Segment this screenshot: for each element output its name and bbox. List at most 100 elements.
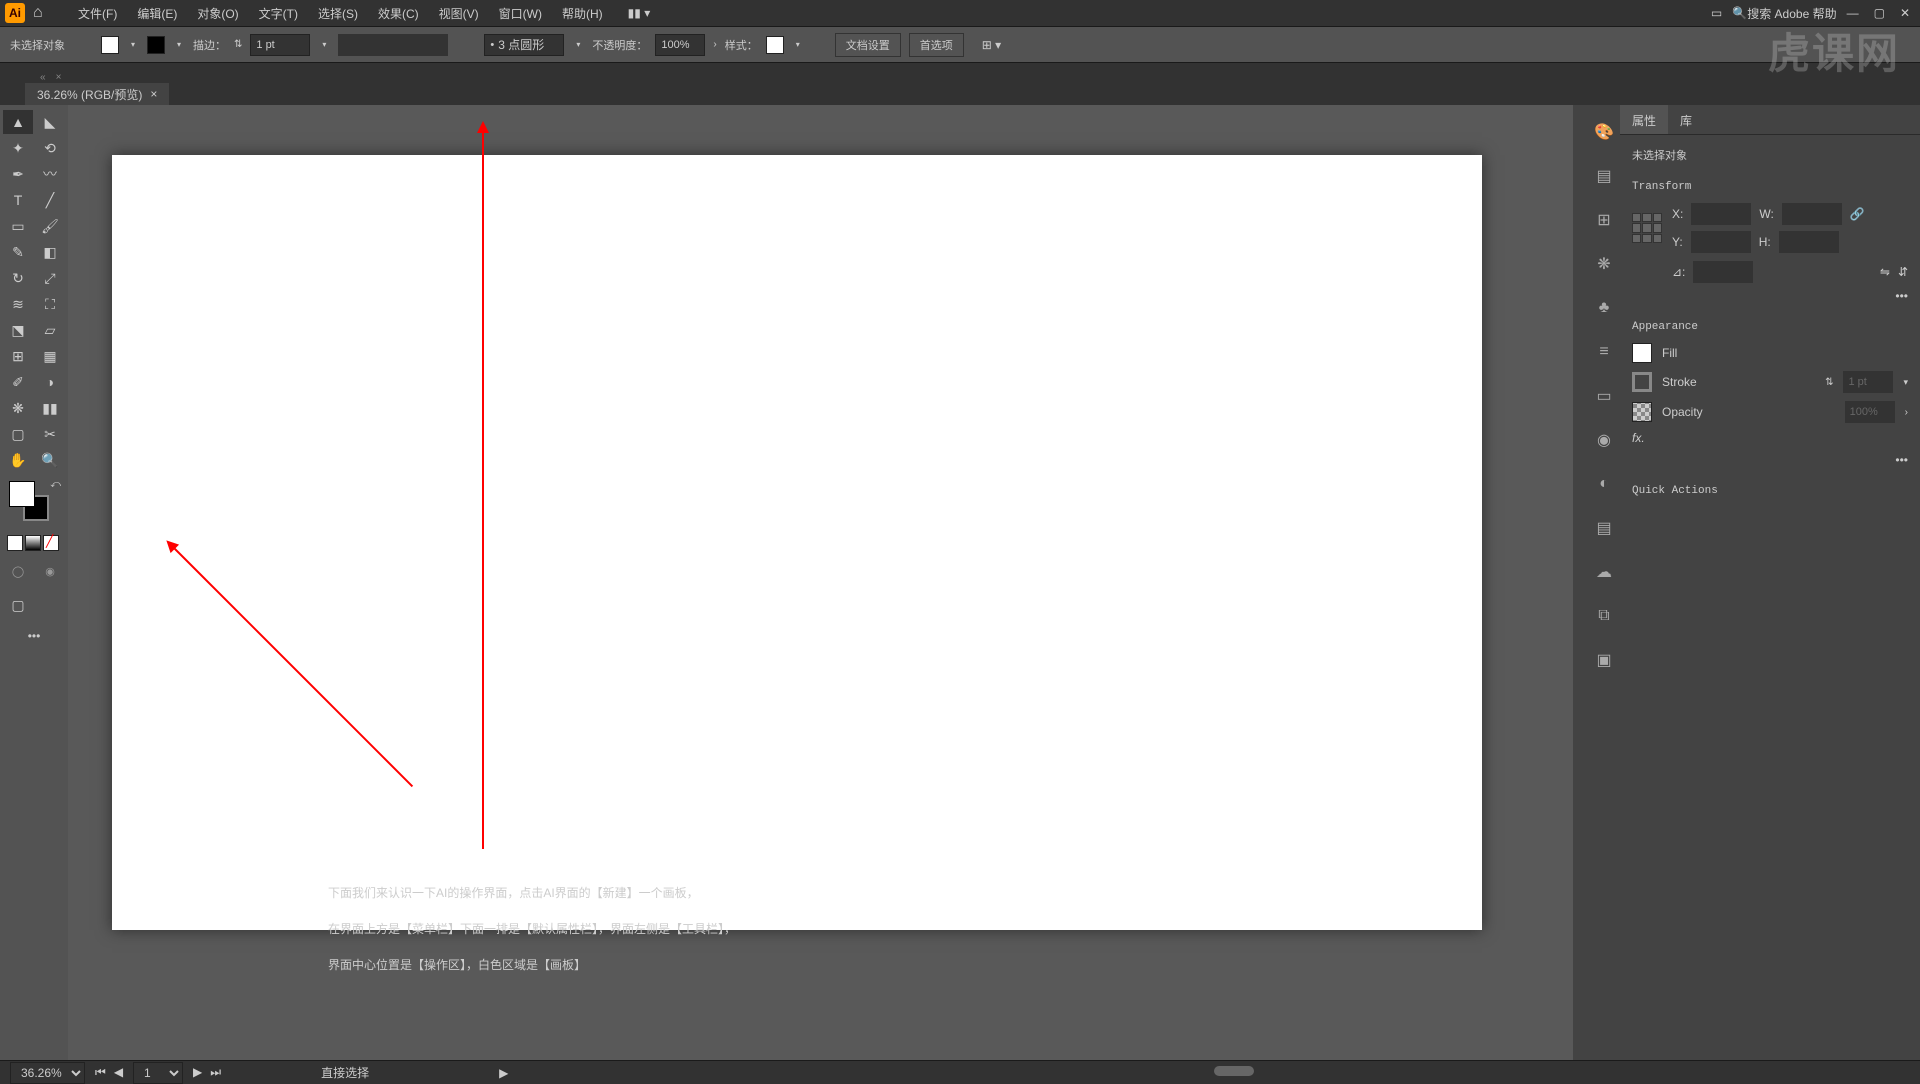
blend-tool[interactable]: ◑: [35, 370, 65, 394]
maximize-icon[interactable]: ▢: [1874, 6, 1885, 20]
document-tab[interactable]: 36.26% (RGB/预览) ×: [25, 83, 169, 106]
color-mode-gradient[interactable]: [25, 535, 41, 551]
menu-effect[interactable]: 效果(C): [368, 2, 429, 25]
minimize-icon[interactable]: —: [1847, 6, 1859, 20]
appearance-stroke-input[interactable]: [1843, 371, 1893, 393]
rotate-tool[interactable]: ↻: [3, 266, 33, 290]
profile-select[interactable]: • 3 点圆形: [484, 34, 564, 56]
transparency-panel-icon[interactable]: ▭: [1592, 384, 1616, 408]
stroke-stepper-icon[interactable]: ⇅: [234, 39, 242, 50]
magic-wand-tool[interactable]: ✦: [3, 136, 33, 160]
stroke-dropdown-icon[interactable]: ▾: [173, 39, 185, 51]
graphic-styles-panel-icon[interactable]: ◐: [1592, 472, 1616, 496]
fill-swatch[interactable]: [101, 36, 119, 54]
shaper-tool[interactable]: ✎: [3, 240, 33, 264]
y-input[interactable]: [1691, 231, 1751, 253]
eraser-tool[interactable]: ◧: [35, 240, 65, 264]
fx-label[interactable]: fx.: [1632, 431, 1645, 445]
edit-toolbar[interactable]: •••: [3, 629, 65, 643]
stroke-swatch[interactable]: [147, 36, 165, 54]
pen-tool[interactable]: ✒: [3, 162, 33, 186]
appearance-opacity-input[interactable]: [1845, 401, 1895, 423]
symbol-sprayer-tool[interactable]: ❋: [3, 396, 33, 420]
appearance-stroke-swatch[interactable]: [1632, 372, 1652, 392]
color-selector[interactable]: ⤺: [3, 479, 65, 529]
zoom-select[interactable]: 36.26%: [10, 1062, 85, 1084]
free-transform-tool[interactable]: ⛶: [35, 292, 65, 316]
color-mode-none[interactable]: ╱: [43, 535, 59, 551]
close-all-icon[interactable]: ×: [56, 72, 62, 83]
document-setup-button[interactable]: 文档设置: [835, 33, 901, 57]
graph-tool[interactable]: ▮▮: [35, 396, 65, 420]
perspective-tool[interactable]: ▱: [35, 318, 65, 342]
opacity-flyout-icon-2[interactable]: ›: [1905, 407, 1908, 418]
x-input[interactable]: [1691, 203, 1751, 225]
curvature-tool[interactable]: 〰: [35, 162, 65, 186]
rectangle-tool[interactable]: ▭: [3, 214, 33, 238]
first-artboard-icon[interactable]: ⏮: [95, 1065, 106, 1080]
prev-artboard-icon[interactable]: ◀: [114, 1065, 123, 1080]
slice-tool[interactable]: ✂: [35, 422, 65, 446]
tab-libraries[interactable]: 库: [1668, 105, 1704, 134]
menu-window[interactable]: 窗口(W): [489, 2, 552, 25]
opacity-flyout-icon[interactable]: ›: [713, 39, 716, 50]
doc-tab-close-icon[interactable]: ×: [150, 87, 157, 101]
gradient-tool[interactable]: ▦: [35, 344, 65, 368]
symbols-panel-icon[interactable]: ❋: [1592, 252, 1616, 276]
flip-v-icon[interactable]: ⇵: [1898, 265, 1908, 279]
profile-dropdown-icon[interactable]: ▾: [572, 39, 584, 51]
preferences-button[interactable]: 首选项: [909, 33, 964, 57]
eyedropper-tool[interactable]: ✐: [3, 370, 33, 394]
stroke-dd-icon[interactable]: ▾: [1903, 377, 1908, 388]
draw-mode-behind[interactable]: ◉: [35, 559, 65, 583]
mesh-tool[interactable]: ⊞: [3, 344, 33, 368]
color-panel-icon[interactable]: 🎨: [1592, 120, 1616, 144]
next-artboard-icon[interactable]: ▶: [193, 1065, 202, 1080]
canvas-area[interactable]: 下面我们来认识一下AI的操作界面，点击AI界面的【新建】一个画板， 在界面上方是…: [68, 105, 1588, 1060]
lock-ratio-icon[interactable]: 🔗: [1850, 207, 1865, 221]
gradient-panel-icon[interactable]: ≡: [1592, 340, 1616, 364]
search-box[interactable]: 🔍 搜索 Adobe 帮助: [1732, 5, 1836, 22]
line-tool[interactable]: ╱: [35, 188, 65, 212]
artboards-panel-icon[interactable]: ⧉: [1592, 604, 1616, 628]
appearance-opacity-swatch[interactable]: [1632, 402, 1652, 422]
asset-export-panel-icon[interactable]: ☁: [1592, 560, 1616, 584]
direct-selection-tool[interactable]: ◣: [35, 110, 65, 134]
paintbrush-tool[interactable]: 🖌: [35, 214, 65, 238]
hand-tool[interactable]: ✋: [3, 448, 33, 472]
screen-mode[interactable]: ▢: [3, 593, 33, 617]
brush-definition[interactable]: [338, 34, 448, 56]
artboard-tool[interactable]: ▢: [3, 422, 33, 446]
type-tool[interactable]: T: [3, 188, 33, 212]
fill-dropdown-icon[interactable]: ▾: [127, 39, 139, 51]
draw-mode-normal[interactable]: ◯: [3, 559, 33, 583]
menu-object[interactable]: 对象(O): [187, 2, 248, 25]
swap-colors-icon[interactable]: ⤺: [50, 479, 61, 490]
stroke-stepper[interactable]: ⇅: [1825, 377, 1833, 388]
scale-tool[interactable]: ⤢: [35, 266, 65, 290]
workspace-switcher[interactable]: ▮▮ ▾: [628, 6, 651, 20]
appearance-more-icon[interactable]: •••: [1895, 453, 1908, 467]
color-mode-fill[interactable]: [7, 535, 23, 551]
stroke-panel-icon[interactable]: ♣: [1592, 296, 1616, 320]
status-flyout-icon[interactable]: ▶: [499, 1066, 508, 1080]
menu-view[interactable]: 视图(V): [429, 2, 489, 25]
stroke-width-input[interactable]: [250, 34, 310, 56]
reference-point[interactable]: [1632, 213, 1662, 243]
transform-more-icon[interactable]: •••: [1895, 289, 1908, 303]
libraries-panel-icon[interactable]: ▣: [1592, 648, 1616, 672]
menu-file[interactable]: 文件(F): [68, 2, 127, 25]
appearance-panel-icon[interactable]: ◉: [1592, 428, 1616, 452]
style-dropdown-icon[interactable]: ▾: [792, 39, 804, 51]
horizontal-scrollbar-thumb[interactable]: [1214, 1066, 1254, 1076]
width-tool[interactable]: ≋: [3, 292, 33, 316]
flip-h-icon[interactable]: ⇋: [1880, 265, 1890, 279]
opacity-input[interactable]: [655, 34, 705, 56]
menu-type[interactable]: 文字(T): [249, 2, 308, 25]
foreground-color[interactable]: [9, 481, 35, 507]
home-icon[interactable]: ⌂: [33, 4, 53, 22]
lasso-tool[interactable]: ⟲: [35, 136, 65, 160]
h-input[interactable]: [1779, 231, 1839, 253]
close-icon[interactable]: ✕: [1900, 6, 1910, 20]
stroke-width-dropdown-icon[interactable]: ▾: [318, 39, 330, 51]
